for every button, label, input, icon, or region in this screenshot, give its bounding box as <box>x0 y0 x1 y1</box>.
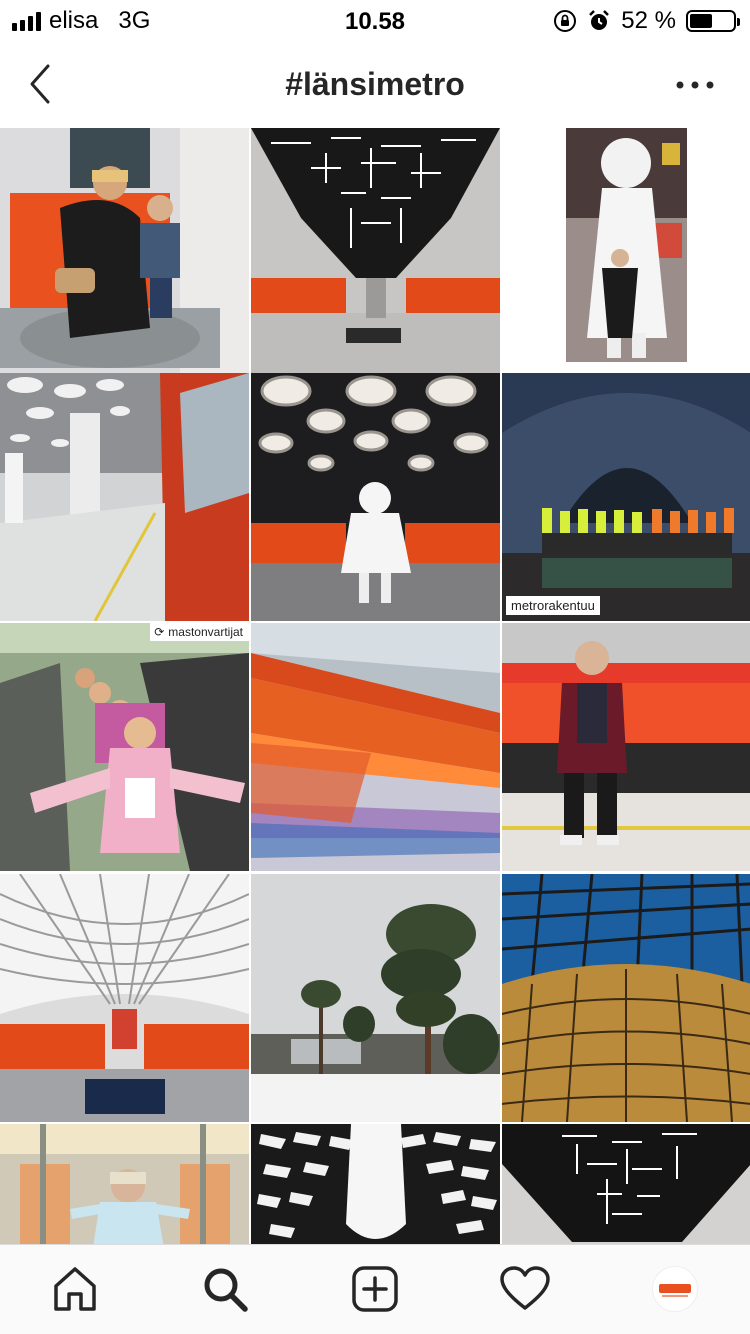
post-image <box>502 373 750 621</box>
grid-post-10[interactable] <box>0 874 249 1122</box>
grid-post-12[interactable] <box>502 874 750 1122</box>
search-icon <box>204 1268 248 1312</box>
tab-home[interactable] <box>47 1261 103 1317</box>
more-options-button[interactable] <box>670 70 720 100</box>
grid-post-13[interactable] <box>0 1124 249 1244</box>
alarm-clock-icon <box>589 10 610 30</box>
post-image <box>0 1124 249 1244</box>
tab-activity[interactable] <box>497 1261 553 1317</box>
grid-post-8[interactable] <box>251 623 500 871</box>
post-image <box>251 373 500 621</box>
repost-icon: ⟳ <box>154 625 165 639</box>
post-image <box>0 128 249 376</box>
status-right: 52 % <box>553 7 740 34</box>
orientation-lock-icon <box>554 10 577 32</box>
add-post-icon <box>352 1266 398 1312</box>
tab-profile[interactable] <box>647 1261 703 1317</box>
photo-grid: metrorakentuu ⟳ mastonvartijat <box>0 128 750 1244</box>
post-image <box>0 874 249 1122</box>
post-image <box>502 1124 750 1244</box>
bottom-tab-bar <box>0 1244 750 1334</box>
post-image <box>251 623 500 871</box>
grid-post-3[interactable] <box>502 128 750 376</box>
post-image <box>251 128 500 376</box>
post-image <box>251 1124 500 1244</box>
tab-new-post[interactable] <box>347 1261 403 1317</box>
post-image <box>502 874 750 1122</box>
grid-post-9[interactable] <box>502 623 750 871</box>
more-dots-icon <box>676 81 714 89</box>
grid-post-4[interactable] <box>0 373 249 621</box>
post-image <box>502 623 750 871</box>
header: #länsimetro <box>0 42 750 128</box>
grid-post-7[interactable]: ⟳ mastonvartijat <box>0 623 249 871</box>
grid-post-1[interactable] <box>0 128 249 376</box>
grid-post-11[interactable] <box>251 874 500 1122</box>
post-image <box>0 623 249 871</box>
battery-icon <box>686 10 740 32</box>
status-bar: elisa 3G 10.58 52 % <box>0 0 750 42</box>
grid-post-5[interactable] <box>251 373 500 621</box>
repost-tag: ⟳ mastonvartijat <box>150 623 249 641</box>
activity-heart-icon <box>500 1266 550 1310</box>
grid-post-6[interactable]: metrorakentuu <box>502 373 750 621</box>
grid-post-14[interactable] <box>251 1124 500 1244</box>
grid-post-15[interactable] <box>502 1124 750 1244</box>
post-caption-label: metrorakentuu <box>506 596 600 615</box>
page-title: #länsimetro <box>285 66 465 102</box>
profile-icon <box>652 1266 698 1312</box>
home-icon <box>54 1267 96 1311</box>
post-image <box>251 874 500 1122</box>
post-image <box>0 373 249 621</box>
tab-search[interactable] <box>197 1261 253 1317</box>
repost-user: mastonvartijat <box>168 625 243 639</box>
grid-post-2[interactable] <box>251 128 500 376</box>
post-image <box>502 128 750 376</box>
battery-percent: 52 % <box>621 7 676 34</box>
